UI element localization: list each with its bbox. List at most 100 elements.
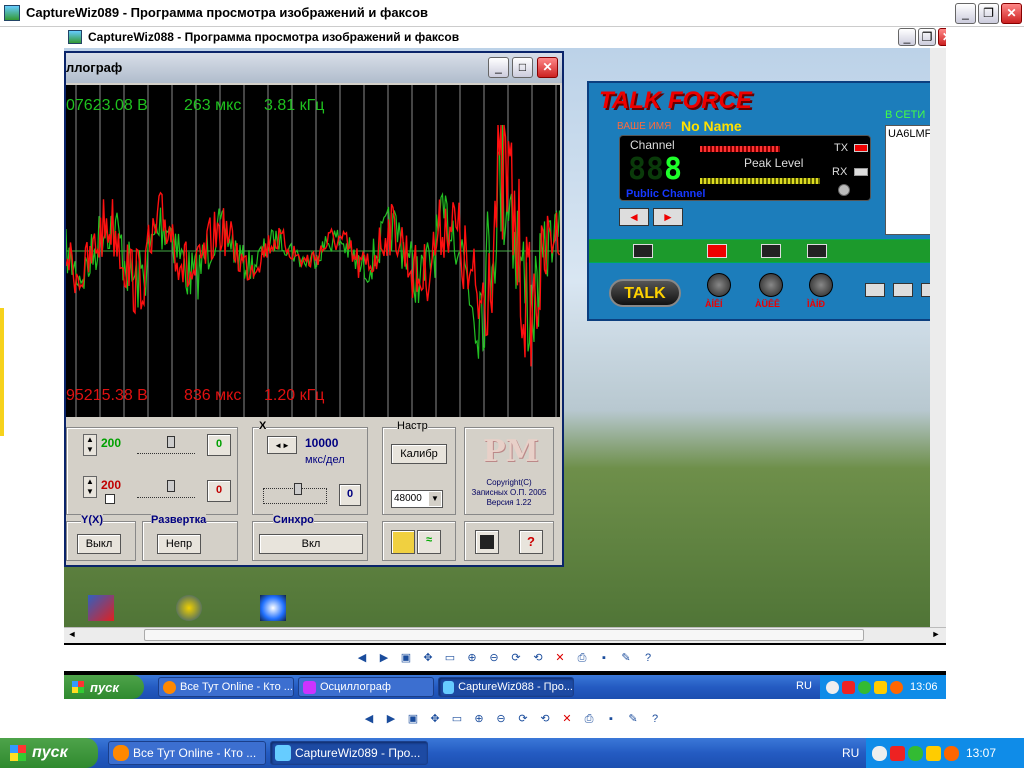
ch2-spinner[interactable]: ▲ ▼ bbox=[83, 476, 97, 498]
sweep-button[interactable]: Непр bbox=[157, 534, 201, 554]
help-icon[interactable]: ? bbox=[647, 711, 663, 727]
knob-2[interactable] bbox=[759, 273, 783, 297]
save-icon[interactable]: ▪ bbox=[596, 650, 612, 666]
tray-user-icon[interactable] bbox=[874, 680, 887, 694]
inner-minimize-button[interactable]: _ bbox=[898, 28, 916, 46]
oscilloscope-screen[interactable]: 07623.08 В 263 мкс 3.81 кГц 95215.38 В 8… bbox=[65, 85, 561, 417]
slideshow-icon[interactable]: ▭ bbox=[442, 650, 458, 666]
prev-icon[interactable]: ◀ bbox=[361, 711, 377, 727]
outer-task-2[interactable]: CaptureWiz089 - Про... bbox=[270, 741, 428, 765]
tray-status-icon[interactable] bbox=[858, 680, 871, 694]
inner-close-button[interactable]: ✕ bbox=[938, 28, 946, 46]
desktop-icon-2[interactable] bbox=[176, 595, 202, 621]
maximize-button[interactable]: ❐ bbox=[978, 3, 999, 24]
tray-status-icon[interactable] bbox=[908, 745, 923, 761]
prev-icon[interactable]: ◀ bbox=[354, 650, 370, 666]
tf-small-button-2[interactable] bbox=[893, 283, 913, 297]
chevron-left-icon[interactable] bbox=[872, 745, 887, 761]
help-button[interactable]: ? bbox=[519, 530, 543, 554]
rotate-cw-icon[interactable]: ⟳ bbox=[508, 650, 524, 666]
edit-icon[interactable]: ✎ bbox=[625, 711, 641, 727]
x-position-slider[interactable] bbox=[263, 483, 327, 504]
close-button[interactable]: ✕ bbox=[1001, 3, 1022, 24]
tray-alert-icon[interactable] bbox=[944, 745, 959, 761]
open-file-icon[interactable] bbox=[391, 530, 415, 554]
inner-lang-indicator[interactable]: RU bbox=[796, 680, 812, 692]
timebase-spinner[interactable]: ◄► bbox=[267, 436, 297, 454]
desktop-icon-1[interactable] bbox=[88, 595, 114, 621]
ch2-checkbox[interactable] bbox=[105, 494, 115, 504]
calibrate-button[interactable]: Калибр bbox=[391, 444, 447, 464]
chevron-left-icon[interactable] bbox=[826, 680, 839, 694]
delete-icon[interactable]: ✕ bbox=[552, 650, 568, 666]
osc-close-button[interactable]: ✕ bbox=[537, 57, 558, 78]
inner-start-button[interactable]: пуск bbox=[64, 675, 144, 699]
tf-small-button-1[interactable] bbox=[865, 283, 885, 297]
best-fit-icon[interactable]: ▣ bbox=[405, 711, 421, 727]
inner-maximize-button[interactable]: ❐ bbox=[918, 28, 936, 46]
print-icon[interactable]: ⎙ bbox=[581, 711, 597, 727]
x-offset-button[interactable]: 0 bbox=[339, 484, 361, 506]
sync-button[interactable]: Вкл bbox=[259, 534, 363, 554]
desktop-icon-3[interactable] bbox=[260, 595, 286, 621]
talk-button[interactable]: TALK bbox=[609, 279, 681, 307]
tray-alert-icon[interactable] bbox=[890, 680, 903, 694]
print-icon[interactable]: ⎙ bbox=[574, 650, 590, 666]
strip-button-1[interactable] bbox=[633, 244, 653, 258]
osc-minimize-button[interactable]: _ bbox=[488, 57, 509, 78]
scroll-right-arrow[interactable]: ► bbox=[930, 629, 942, 641]
strip-button-2[interactable] bbox=[707, 244, 727, 258]
tray-user-icon[interactable] bbox=[926, 745, 941, 761]
zoom-in-icon[interactable]: ⊕ bbox=[464, 650, 480, 666]
rotate-cw-icon[interactable]: ⟳ bbox=[515, 711, 531, 727]
rotate-ccw-icon[interactable]: ⟲ bbox=[530, 650, 546, 666]
next-icon[interactable]: ▶ bbox=[376, 650, 392, 666]
knob-1[interactable] bbox=[707, 273, 731, 297]
horizontal-scrollbar[interactable]: ◄ ► bbox=[64, 627, 946, 643]
scroll-thumb[interactable] bbox=[144, 629, 864, 641]
ch1-slider[interactable] bbox=[137, 436, 195, 454]
minimize-button[interactable]: _ bbox=[955, 3, 976, 24]
tray-app-icon[interactable] bbox=[842, 680, 855, 694]
lang-indicator[interactable]: RU bbox=[842, 746, 859, 760]
ch2-slider[interactable] bbox=[137, 480, 195, 498]
scroll-left-arrow[interactable]: ◄ bbox=[66, 629, 78, 641]
outer-task-1[interactable]: Все Тут Online - Кто ... bbox=[108, 741, 266, 765]
osc-maximize-button[interactable]: □ bbox=[512, 57, 533, 78]
inner-task-3[interactable]: CaptureWiz088 - Про... bbox=[438, 677, 574, 697]
save-icon[interactable]: ▪ bbox=[603, 711, 619, 727]
vertical-scrollbar[interactable] bbox=[930, 48, 946, 628]
ch2-offset-button[interactable]: 0 bbox=[207, 480, 231, 502]
tray-app-icon[interactable] bbox=[890, 745, 905, 761]
actual-size-icon[interactable]: ✥ bbox=[427, 711, 443, 727]
actual-size-icon[interactable]: ✥ bbox=[420, 650, 436, 666]
online-user[interactable]: UA6LMF bbox=[888, 128, 931, 140]
slideshow-icon[interactable]: ▭ bbox=[449, 711, 465, 727]
best-fit-icon[interactable]: ▣ bbox=[398, 650, 414, 666]
inner-task-1[interactable]: Все Тут Online - Кто ... bbox=[158, 677, 294, 697]
zoom-out-icon[interactable]: ⊖ bbox=[493, 711, 509, 727]
channel-prev-button[interactable]: ◄ bbox=[619, 208, 649, 226]
strip-button-3[interactable] bbox=[761, 244, 781, 258]
wave-icon[interactable]: ≈ bbox=[417, 530, 441, 554]
strip-button-4[interactable] bbox=[807, 244, 827, 258]
yx-button[interactable]: Выкл bbox=[77, 534, 121, 554]
next-icon[interactable]: ▶ bbox=[383, 711, 399, 727]
delete-icon[interactable]: ✕ bbox=[559, 711, 575, 727]
rotate-ccw-icon[interactable]: ⟲ bbox=[537, 711, 553, 727]
edit-icon[interactable]: ✎ bbox=[618, 650, 634, 666]
chevron-down-icon[interactable]: ▼ bbox=[429, 492, 441, 506]
ch1-offset-button[interactable]: 0 bbox=[207, 434, 231, 456]
start-button[interactable]: пуск bbox=[0, 738, 98, 768]
zoom-in-icon[interactable]: ⊕ bbox=[471, 711, 487, 727]
inner-task-2[interactable]: Осциллограф bbox=[298, 677, 434, 697]
inner-window-title: CaptureWiz088 - Программа просмотра изоб… bbox=[88, 30, 460, 44]
save-icon[interactable] bbox=[475, 530, 499, 554]
zoom-out-icon[interactable]: ⊖ bbox=[486, 650, 502, 666]
help-icon[interactable]: ? bbox=[640, 650, 656, 666]
sample-rate-select[interactable]: 48000 ▼ bbox=[391, 490, 443, 508]
side-tab[interactable] bbox=[0, 308, 4, 436]
channel-next-button[interactable]: ► bbox=[653, 208, 683, 226]
knob-3[interactable] bbox=[809, 273, 833, 297]
ch1-spinner[interactable]: ▲ ▼ bbox=[83, 434, 97, 456]
